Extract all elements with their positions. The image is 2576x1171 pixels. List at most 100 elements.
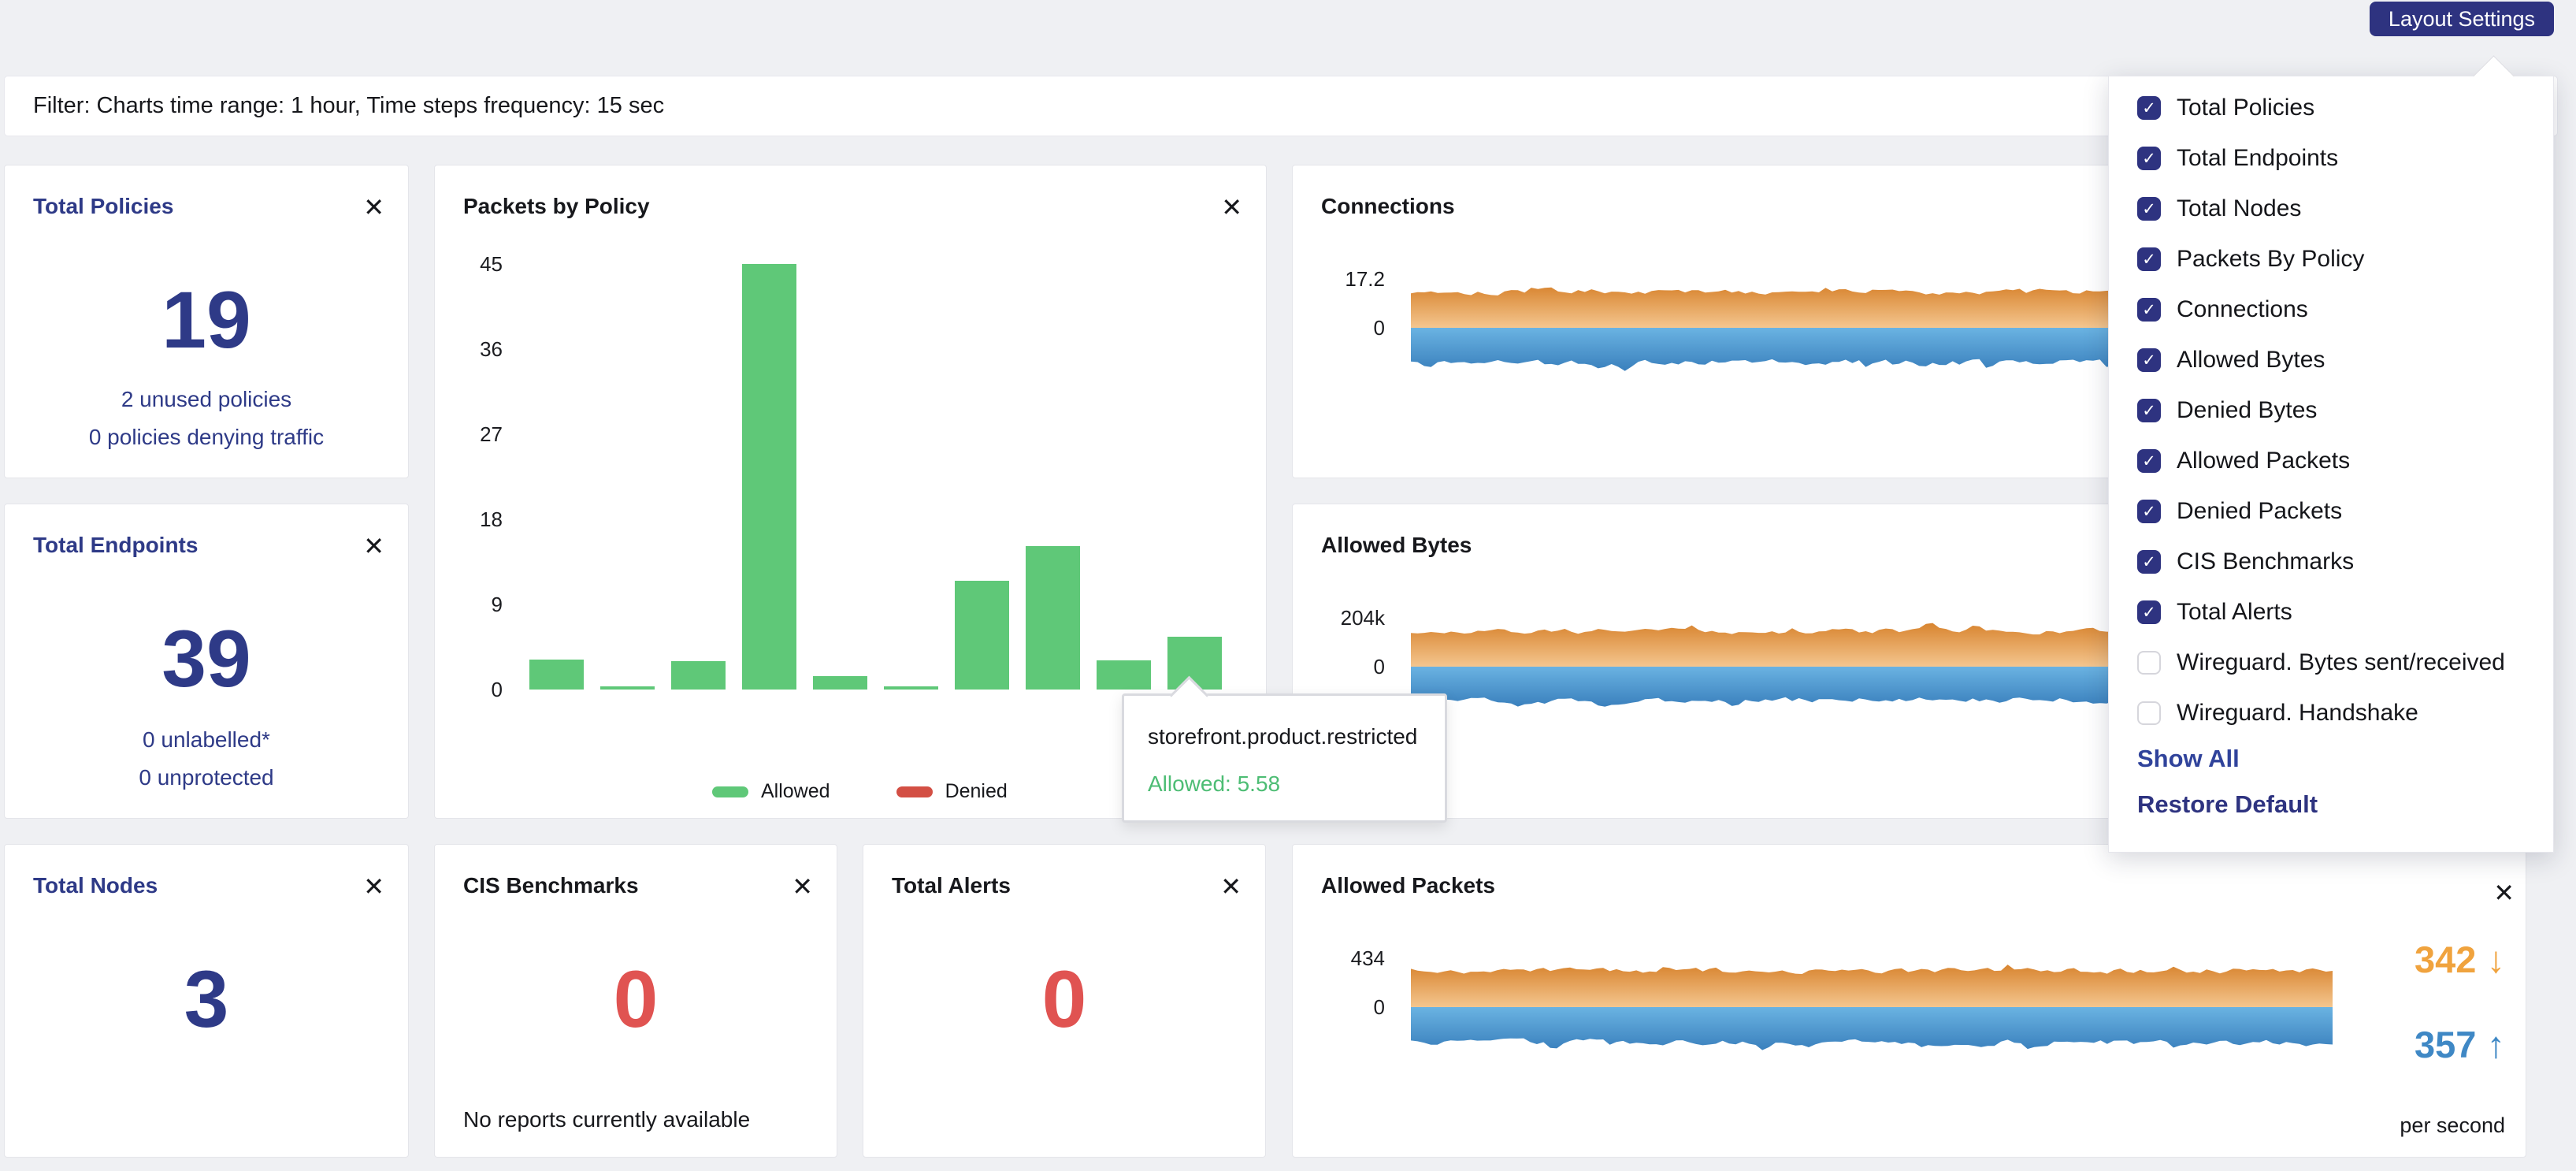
layout-item-label: Total Nodes: [2177, 195, 2301, 222]
outbound-rate-value: 342: [2415, 939, 2476, 980]
card-connections-title: Connections: [1321, 194, 1455, 219]
layout-item-packets-by-policy[interactable]: ✓ Packets By Policy: [2109, 234, 2553, 284]
checkbox-checked-icon[interactable]: ✓: [2137, 399, 2161, 422]
bar-ytick-45: 45: [435, 252, 503, 276]
card-total-alerts: Total Alerts ✕ 0: [863, 844, 1266, 1158]
layout-settings-panel: ✓Total Policies✓Total Endpoints✓Total No…: [2108, 76, 2554, 853]
checkbox-checked-icon[interactable]: ✓: [2137, 348, 2161, 372]
layout-item-label: Denied Bytes: [2177, 397, 2317, 424]
layout-item-label: Packets By Policy: [2177, 246, 2364, 273]
area-series-out: [1411, 965, 2333, 1007]
checkbox-checked-icon[interactable]: ✓: [2137, 247, 2161, 271]
card-allowed-packets: Allowed Packets ✕ 434 0 342 ↓ 357 ↑ per …: [1292, 844, 2526, 1158]
close-icon[interactable]: ✕: [792, 873, 813, 900]
bar-ytick-27: 27: [435, 422, 503, 446]
outbound-rate: 342 ↓: [2415, 938, 2505, 981]
layout-item-allowed-bytes[interactable]: ✓ Allowed Bytes: [2109, 335, 2553, 385]
layout-settings-button[interactable]: Layout Settings: [2370, 2, 2554, 36]
close-icon[interactable]: ✕: [1221, 194, 1242, 221]
layout-item-wireguard-bytes-sent-received[interactable]: Wireguard. Bytes sent/received: [2109, 638, 2553, 688]
card-cis-benchmarks-title: CIS Benchmarks: [463, 873, 639, 898]
bar-chart-plot[interactable]: [517, 264, 1230, 690]
layout-item-label: Total Alerts: [2177, 599, 2292, 626]
allowed-packets-area-chart: [1411, 952, 2333, 1070]
close-icon[interactable]: ✕: [363, 873, 384, 900]
layout-item-allowed-packets[interactable]: ✓ Allowed Packets: [2109, 436, 2553, 486]
checkbox-checked-icon[interactable]: ✓: [2137, 500, 2161, 523]
checkbox-checked-icon[interactable]: ✓: [2137, 197, 2161, 221]
bar-allowed-8[interactable]: [1097, 660, 1151, 690]
bar-allowed-7[interactable]: [1026, 546, 1080, 690]
card-total-policies-title: Total Policies: [33, 194, 173, 219]
checkbox-checked-icon[interactable]: ✓: [2137, 550, 2161, 574]
layout-item-wireguard-handshake[interactable]: Wireguard. Handshake: [2109, 688, 2553, 738]
checkbox-checked-icon[interactable]: ✓: [2137, 449, 2161, 473]
checkbox-checked-icon[interactable]: ✓: [2137, 147, 2161, 170]
layout-item-label: Allowed Bytes: [2177, 347, 2325, 374]
bar-allowed-5[interactable]: [884, 686, 938, 690]
legend-item-allowed: Allowed: [712, 780, 830, 803]
card-total-alerts-title: Total Alerts: [892, 873, 1011, 898]
close-icon[interactable]: ✕: [363, 533, 384, 559]
layout-item-total-nodes[interactable]: ✓ Total Nodes: [2109, 184, 2553, 234]
legend-swatch-icon: [896, 786, 933, 797]
checkbox-checked-icon[interactable]: ✓: [2137, 96, 2161, 120]
bar-chart-legend: Allowed Denied: [712, 780, 1008, 803]
card-total-nodes-title: Total Nodes: [33, 873, 158, 898]
bar-allowed-0[interactable]: [529, 660, 584, 690]
arrow-down-icon: ↓: [2487, 939, 2506, 980]
tooltip-policy-name: storefront.product.restricted: [1148, 724, 1417, 749]
card-total-endpoints-title: Total Endpoints: [33, 533, 198, 558]
close-icon[interactable]: ✕: [2493, 879, 2515, 906]
layout-item-cis-benchmarks[interactable]: ✓ CIS Benchmarks: [2109, 537, 2553, 587]
layout-item-total-policies[interactable]: ✓Total Policies: [2109, 83, 2553, 133]
layout-item-total-alerts[interactable]: ✓ Total Alerts: [2109, 587, 2553, 638]
checkbox-checked-icon[interactable]: ✓: [2137, 298, 2161, 322]
bar-allowed-1[interactable]: [600, 686, 655, 690]
checkbox-unchecked-icon[interactable]: [2137, 651, 2161, 675]
card-allowed-bytes-title: Allowed Bytes: [1321, 533, 1472, 558]
total-endpoints-value: 39: [5, 615, 408, 703]
checkbox-checked-icon[interactable]: ✓: [2137, 600, 2161, 624]
layout-item-total-endpoints[interactable]: ✓ Total Endpoints: [2109, 133, 2553, 184]
layout-item-label: Allowed Packets: [2177, 448, 2350, 474]
bar-ytick-18: 18: [435, 507, 503, 531]
close-icon[interactable]: ✕: [363, 194, 384, 221]
legend-label: Denied: [945, 780, 1008, 803]
cis-benchmarks-value: 0: [435, 955, 837, 1043]
checkbox-unchecked-icon[interactable]: [2137, 701, 2161, 725]
bar-allowed-6[interactable]: [955, 581, 1009, 690]
layout-item-label: CIS Benchmarks: [2177, 548, 2354, 575]
card-allowed-packets-title: Allowed Packets: [1321, 873, 1495, 898]
layout-item-label: Wireguard. Bytes sent/received: [2177, 649, 2505, 676]
connections-ytick-0: 0: [1298, 316, 1385, 340]
bar-allowed-2[interactable]: [671, 661, 726, 690]
total-policies-sub1: 2 unused policies: [5, 386, 408, 413]
tooltip-allowed-value: Allowed: 5.58: [1148, 771, 1280, 797]
layout-item-label: Connections: [2177, 296, 2308, 323]
layout-item-label: Total Endpoints: [2177, 145, 2338, 172]
restore-default-link[interactable]: Restore Default: [2137, 790, 2318, 819]
card-packets-by-policy-title: Packets by Policy: [463, 194, 650, 219]
inbound-rate: 357 ↑: [2415, 1023, 2505, 1066]
bar-allowed-4[interactable]: [813, 676, 867, 690]
total-endpoints-sub2: 0 unprotected: [5, 764, 408, 791]
layout-item-denied-packets[interactable]: ✓Denied Packets: [2109, 486, 2553, 537]
show-all-link[interactable]: Show All: [2137, 745, 2240, 773]
bar-ytick-36: 36: [435, 337, 503, 361]
inbound-rate-value: 357: [2415, 1024, 2476, 1065]
layout-item-denied-bytes[interactable]: ✓ Denied Bytes: [2109, 385, 2553, 436]
layout-item-connections[interactable]: ✓ Connections: [2109, 284, 2553, 335]
legend-swatch-icon: [712, 786, 748, 797]
legend-item-denied: Denied: [896, 780, 1008, 803]
chart-tooltip: storefront.product.restricted Allowed: 5…: [1122, 693, 1447, 823]
bar-allowed-3[interactable]: [742, 264, 796, 690]
close-icon[interactable]: ✕: [1220, 873, 1242, 900]
card-total-policies: Total Policies ✕ 19 2 unused policies 0 …: [4, 165, 409, 478]
total-alerts-value: 0: [863, 955, 1265, 1043]
card-cis-benchmarks: CIS Benchmarks ✕ 0 No reports currently …: [434, 844, 837, 1158]
bar-ytick-0: 0: [435, 678, 503, 701]
rate-unit-label: per second: [2400, 1113, 2505, 1138]
layout-item-label: Wireguard. Handshake: [2177, 700, 2418, 727]
card-total-endpoints: Total Endpoints ✕ 39 0 unlabelled* 0 unp…: [4, 504, 409, 819]
